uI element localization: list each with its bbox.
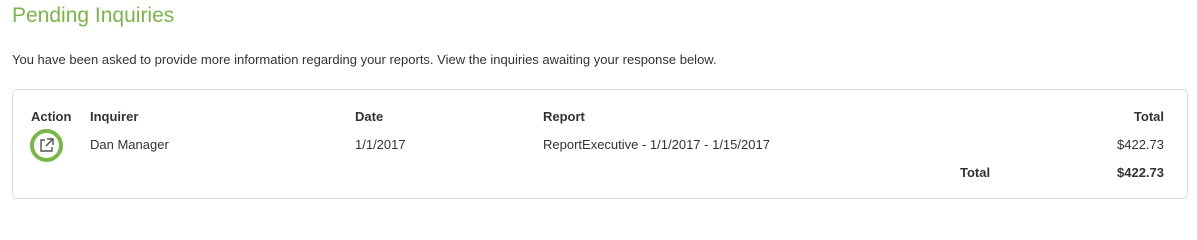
footer-total-label: Total <box>960 165 991 180</box>
report-name: ReportExecutive - 1/1/2017 - 1/15/2017 <box>543 137 770 152</box>
row-total: $422.73 <box>1117 137 1164 152</box>
column-header-inquirer: Inquirer <box>90 109 139 124</box>
column-header-action: Action <box>31 109 72 124</box>
column-header-total: Total <box>1133 109 1164 124</box>
external-link-icon <box>38 137 55 154</box>
column-header-date: Date <box>355 109 384 124</box>
inquiry-date: 1/1/2017 <box>355 137 406 152</box>
footer-total-value: $422.73 <box>1117 165 1164 180</box>
inquirer-name: Dan Manager <box>90 137 169 152</box>
intro-text: You have been asked to provide more info… <box>12 52 717 67</box>
page-title: Pending Inquiries <box>12 4 175 27</box>
inquiries-table: Action Inquirer Date Report Total Dan Ma… <box>12 89 1188 199</box>
open-inquiry-button[interactable] <box>30 129 63 162</box>
column-header-report: Report <box>543 109 585 124</box>
